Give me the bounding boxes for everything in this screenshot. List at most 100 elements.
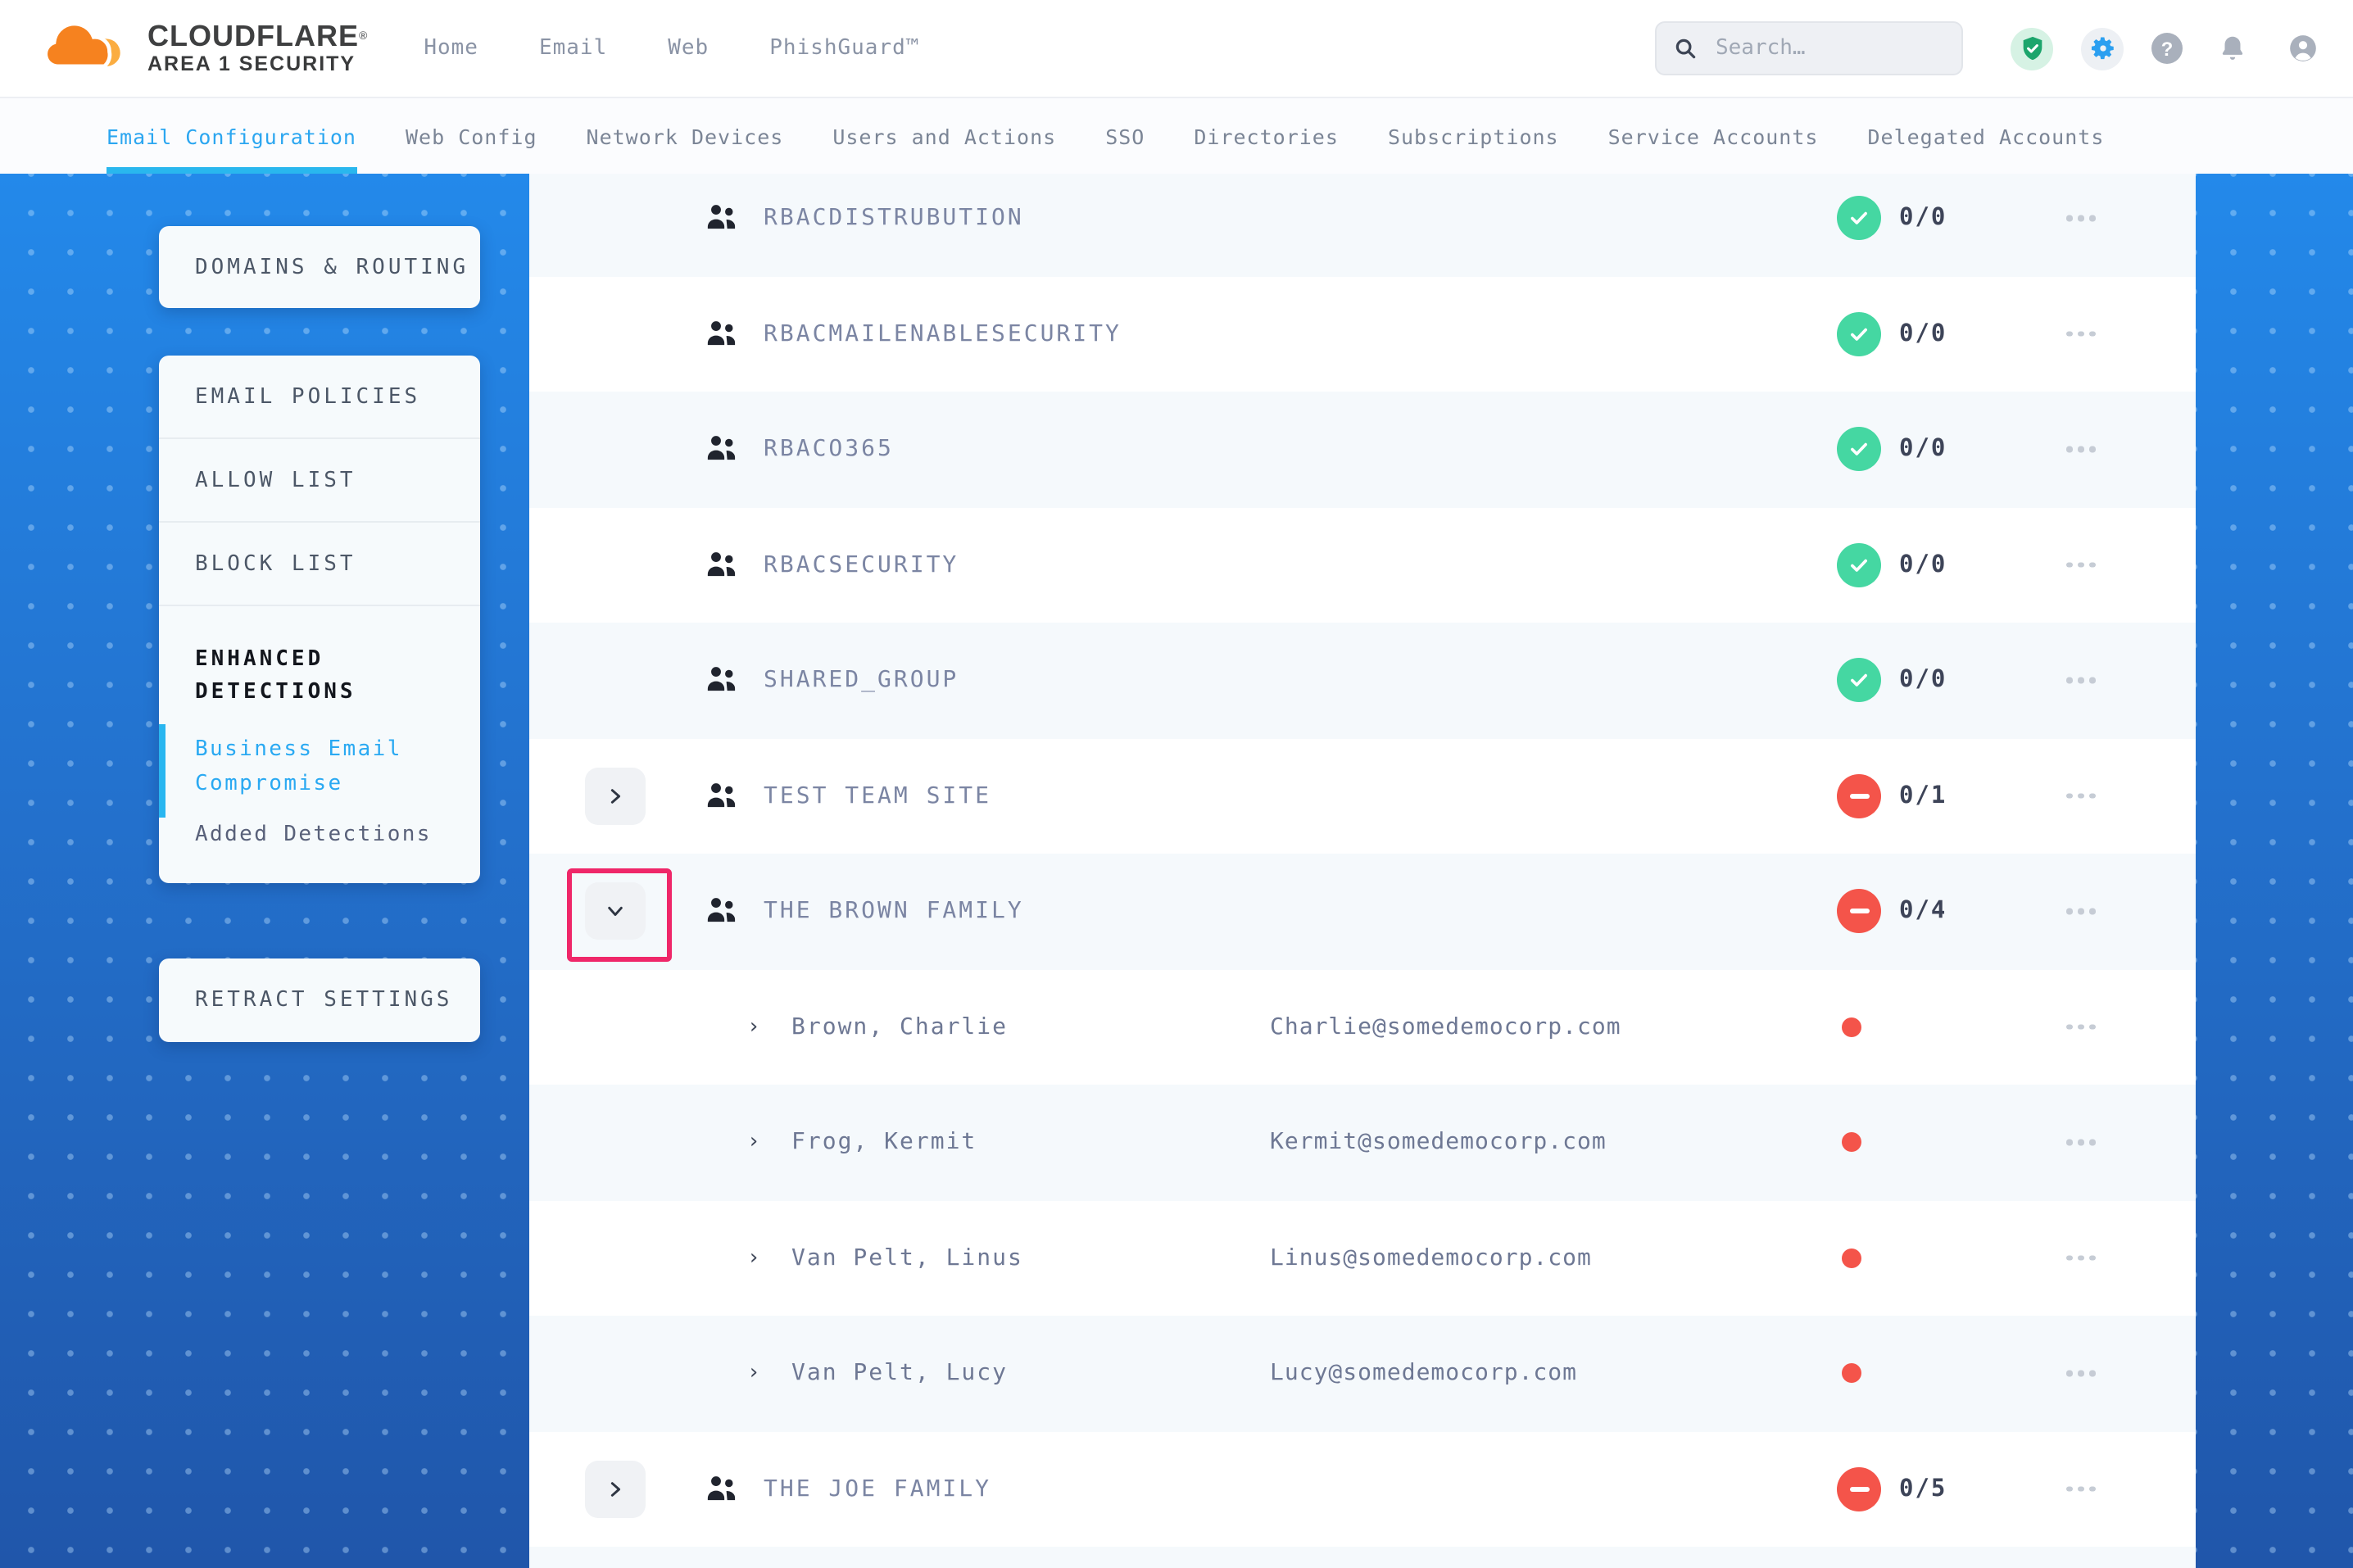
sidebar-item-email-policies[interactable]: EMAIL POLICIES — [159, 356, 480, 439]
member-count: 0/0 — [1899, 668, 1947, 694]
enhanced-detections-title[interactable]: ENHANCED DETECTIONS — [195, 644, 457, 709]
sidebar-item-added-detections[interactable]: Added Detections — [195, 823, 457, 847]
tab-email-configuration[interactable]: Email Configuration — [107, 98, 356, 174]
table-row: RBACSECURITY0/0 — [529, 507, 2196, 623]
account-icon[interactable] — [2281, 27, 2324, 70]
status-ok-badge — [1837, 428, 1881, 472]
member-count: 0/0 — [1899, 206, 1947, 232]
member-email: Lucy@somedemocorp.com — [1270, 1361, 1577, 1387]
member-email: Charlie@somedemocorp.com — [1270, 1014, 1621, 1040]
primary-nav: Home Email Web PhishGuard™ — [424, 36, 919, 61]
row-menu-button[interactable] — [2066, 1486, 2095, 1492]
status-blocked-badge — [1837, 890, 1881, 934]
nav-item-phishguard[interactable]: PhishGuard™ — [769, 36, 919, 61]
tab-network-devices[interactable]: Network Devices — [587, 98, 784, 174]
nav-item-web[interactable]: Web — [668, 36, 709, 61]
member-count: 0/5 — [1899, 1476, 1947, 1502]
search-icon — [1673, 36, 1698, 61]
status-dot — [1842, 1133, 1861, 1153]
app-window: CLOUDFLARE® AREA 1 SECURITY Home Email Web… — [0, 0, 2353, 1566]
row-menu-button[interactable] — [2066, 1024, 2095, 1030]
row-menu-button[interactable] — [2066, 562, 2095, 568]
expand-group-button[interactable] — [585, 1461, 646, 1518]
member-name: Van Pelt, Lucy — [791, 1361, 1008, 1387]
status-ok-badge — [1837, 543, 1881, 587]
table-row: ›Brown, CharlieCharlie@somedemocorp.com — [529, 969, 2196, 1085]
table-row: THE BROWN FAMILY0/4 — [529, 854, 2196, 969]
tab-directories[interactable]: Directories — [1194, 98, 1339, 174]
table-row: THE JOE FAMILY 0/5 — [529, 1431, 2196, 1547]
sidebar-item-block-list[interactable]: BLOCK LIST — [159, 523, 480, 606]
help-icon[interactable]: ? — [2151, 33, 2183, 64]
row-menu-button[interactable] — [2066, 1140, 2095, 1145]
notifications-bell-icon[interactable] — [2210, 27, 2253, 70]
sidebar-label: EMAIL POLICIES — [195, 384, 420, 409]
tab-subscriptions[interactable]: Subscriptions — [1388, 98, 1559, 174]
group-icon — [705, 435, 739, 465]
table-row-filler — [529, 1547, 2196, 1568]
shield-check-icon[interactable] — [2011, 27, 2053, 70]
member-count: 0/1 — [1899, 783, 1947, 809]
member-name: Frog, Kermit — [791, 1130, 977, 1156]
main-area: DOMAINS & ROUTING EMAIL POLICIES ALLOW LI… — [0, 174, 2353, 1568]
tab-delegated-accounts[interactable]: Delegated Accounts — [1867, 98, 2104, 174]
member-chevron-icon[interactable]: › — [747, 1131, 760, 1155]
member-chevron-icon[interactable]: › — [747, 1015, 760, 1040]
groups-panel: RBACDISTRUBUTION0/0RBACMAILENABLESECURIT… — [529, 174, 2196, 1568]
row-menu-button[interactable] — [2066, 1255, 2095, 1261]
table-row: › Van Pelt, Lucy Lucy@somedemocorp.com — [529, 1316, 2196, 1431]
row-menu-button[interactable] — [2066, 678, 2095, 683]
brand-line2: AREA 1 SECURITY — [147, 52, 368, 76]
status-blocked-badge — [1837, 1467, 1881, 1511]
sidebar-policies-card: EMAIL POLICIES ALLOW LIST BLOCK LIST ENHAN… — [159, 356, 480, 883]
status-dot — [1842, 1249, 1861, 1268]
group-name: RBACSECURITY — [764, 552, 959, 578]
group-icon — [705, 666, 739, 696]
row-menu-button[interactable] — [2066, 446, 2095, 452]
member-count: 0/4 — [1899, 899, 1947, 925]
group-icon — [705, 897, 739, 927]
group-name: THE JOE FAMILY — [764, 1476, 991, 1502]
status-dot — [1842, 1017, 1861, 1037]
member-chevron-icon[interactable]: › — [747, 1362, 760, 1386]
nav-item-email[interactable]: Email — [539, 36, 607, 61]
collapse-group-button[interactable] — [585, 883, 646, 940]
sidebar-item-domains-routing[interactable]: DOMAINS & ROUTING — [159, 226, 480, 308]
row-menu-button[interactable] — [2066, 909, 2095, 914]
group-name: RBACDISTRUBUTION — [764, 206, 1024, 232]
row-menu-button[interactable] — [2066, 1371, 2095, 1376]
member-chevron-icon[interactable]: › — [747, 1246, 760, 1271]
status-blocked-badge — [1837, 774, 1881, 818]
settings-gear-icon[interactable] — [2081, 27, 2124, 70]
member-email: Kermit@somedemocorp.com — [1270, 1130, 1607, 1156]
config-tab-bar: Email Configuration Web Config Network Dev… — [0, 98, 2353, 174]
tab-service-accounts[interactable]: Service Accounts — [1608, 98, 1819, 174]
group-icon — [705, 782, 739, 811]
member-email: Linus@somedemocorp.com — [1270, 1245, 1592, 1271]
sidebar-item-business-email-compromise[interactable]: Business Email Compromise — [195, 734, 457, 801]
tab-sso[interactable]: SSO — [1105, 98, 1145, 174]
nav-item-home[interactable]: Home — [424, 36, 478, 61]
sidebar-item-allow-list[interactable]: ALLOW LIST — [159, 439, 480, 523]
search-box[interactable] — [1655, 21, 1963, 75]
brand-reg-mark: ® — [359, 30, 368, 42]
row-menu-button[interactable] — [2066, 215, 2095, 221]
cloudflare-logo[interactable]: CLOUDFLARE® AREA 1 SECURITY — [39, 17, 368, 79]
sidebar-item-retract-settings[interactable]: RETRACT SETTINGS — [159, 958, 480, 1042]
tab-users-and-actions[interactable]: Users and Actions — [832, 98, 1056, 174]
sidebar-label: BLOCK LIST — [195, 551, 356, 576]
expand-group-button[interactable] — [585, 768, 646, 825]
table-row: RBACMAILENABLESECURITY0/0 — [529, 276, 2196, 392]
table-row: › Frog, Kermit Kermit@somedemocorp.com — [529, 1085, 2196, 1200]
search-input[interactable] — [1712, 34, 1948, 62]
sidebar-label: ALLOW LIST — [195, 468, 356, 492]
group-icon — [705, 204, 739, 233]
tab-web-config[interactable]: Web Config — [406, 98, 537, 174]
row-menu-button[interactable] — [2066, 331, 2095, 337]
group-icon — [705, 551, 739, 580]
status-ok-badge — [1837, 312, 1881, 356]
status-dot — [1842, 1364, 1861, 1384]
member-count: 0/0 — [1899, 321, 1947, 347]
row-menu-button[interactable] — [2066, 793, 2095, 799]
table-row: RBACO3650/0 — [529, 392, 2196, 507]
